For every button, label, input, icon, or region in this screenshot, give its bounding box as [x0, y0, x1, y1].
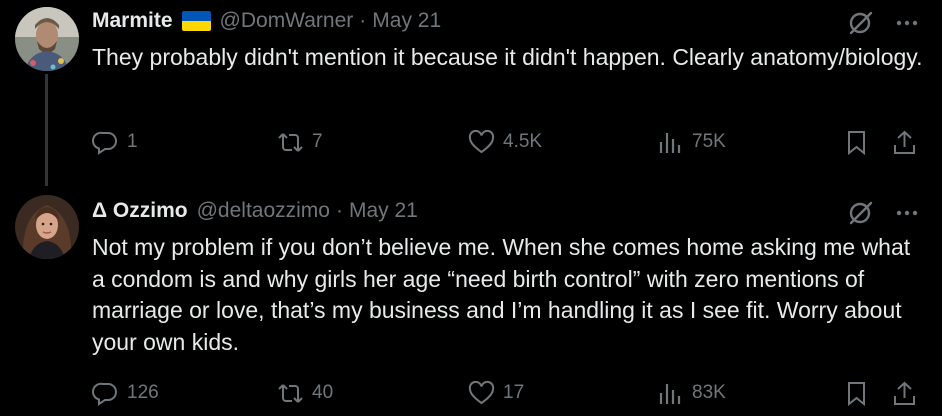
reply-count: 1: [127, 131, 138, 152]
tweet-header: Marmite @DomWarner · May 21: [92, 6, 441, 36]
tweet[interactable]: Δ Ozzimo @deltaozzimo · May 21 Not my pr…: [0, 190, 942, 416]
share-icon: [894, 381, 915, 405]
share-icon: [894, 130, 915, 154]
tweet[interactable]: Marmite @DomWarner · May 21 They probabl…: [0, 0, 942, 190]
reply-button[interactable]: 126: [92, 375, 159, 411]
heart-icon: [468, 380, 495, 404]
like-button[interactable]: 4.5K: [468, 124, 542, 160]
tweet-actions: 126 40 17 83K: [0, 375, 942, 411]
share-button[interactable]: [891, 124, 918, 160]
views-icon: [659, 132, 681, 153]
bookmark-icon: [848, 381, 865, 406]
author-handle[interactable]: @DomWarner: [220, 9, 354, 33]
separator-dot: ·: [335, 199, 343, 222]
retweet-button[interactable]: 40: [277, 375, 333, 411]
reply-count: 126: [127, 382, 159, 403]
like-count: 4.5K: [503, 131, 543, 152]
grok-icon[interactable]: [846, 198, 876, 228]
more-options-icon[interactable]: [892, 198, 922, 228]
tweet-date[interactable]: May 21: [372, 9, 441, 33]
avatar[interactable]: [15, 7, 79, 71]
ukraine-flag-icon: [181, 11, 211, 31]
avatar[interactable]: [15, 195, 79, 259]
author-name[interactable]: Δ Ozzimo: [92, 199, 188, 223]
heart-icon: [468, 129, 495, 153]
retweet-count: 40: [312, 382, 334, 403]
like-button[interactable]: 17: [468, 375, 524, 411]
separator-dot: ·: [359, 9, 367, 32]
views-button[interactable]: 75K: [657, 124, 726, 160]
retweet-count: 7: [312, 131, 323, 152]
reply-icon: [92, 131, 117, 155]
author-handle[interactable]: @deltaozzimo: [197, 199, 330, 223]
reply-icon: [92, 382, 117, 406]
retweet-button[interactable]: 7: [277, 124, 323, 160]
author-name[interactable]: Marmite: [92, 9, 173, 33]
tweet-text: Not my problem if you don’t believe me. …: [92, 234, 911, 355]
views-icon: [659, 383, 681, 404]
retweet-icon: [278, 383, 303, 403]
tweet-date[interactable]: May 21: [349, 199, 418, 223]
view-count: 75K: [692, 131, 726, 152]
retweet-icon: [278, 132, 303, 152]
view-count: 83K: [692, 382, 726, 403]
tweet-text: They probably didn't mention it because …: [92, 44, 923, 70]
bookmark-icon: [848, 130, 865, 155]
bookmark-button[interactable]: [843, 124, 870, 160]
reply-button[interactable]: 1: [92, 124, 138, 160]
tweet-actions: 1 7 4.5K 75K: [0, 124, 942, 160]
bookmark-button[interactable]: [843, 375, 870, 411]
more-options-icon[interactable]: [892, 8, 922, 38]
like-count: 17: [503, 382, 525, 403]
share-button[interactable]: [891, 375, 918, 411]
grok-icon[interactable]: [846, 8, 876, 38]
views-button[interactable]: 83K: [657, 375, 726, 411]
tweet-header: Δ Ozzimo @deltaozzimo · May 21: [92, 196, 418, 226]
